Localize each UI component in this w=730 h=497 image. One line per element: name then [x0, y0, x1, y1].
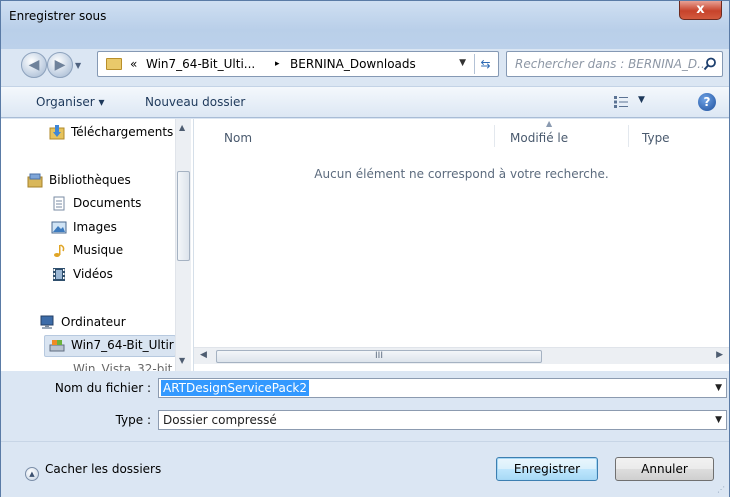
address-dropdown-icon[interactable]: ▼ — [459, 58, 466, 68]
breadcrumb-overflow[interactable]: « — [130, 57, 137, 71]
nav-label: Bibliothèques — [49, 173, 131, 187]
nav-label: Documents — [73, 196, 142, 210]
breadcrumb-drive[interactable]: Win7_64-Bit_Ulti... — [146, 57, 255, 71]
empty-results-message: Aucun élément ne correspond à votre rech… — [314, 167, 609, 181]
nav-label: Win_Vista_32-bit — [73, 362, 173, 371]
new-folder-button[interactable]: Nouveau dossier — [145, 95, 245, 109]
nav-item-drive-win7[interactable]: Win7_64-Bit_Ultir — [44, 335, 176, 357]
file-type-value: Dossier compressé — [163, 413, 277, 427]
folder-icon — [106, 58, 122, 70]
column-header-name[interactable]: Nom — [224, 131, 252, 145]
save-options: Nom du fichier : ARTDesignServicePack2 ▼… — [1, 371, 729, 434]
cancel-button[interactable]: Annuler — [615, 457, 714, 481]
nav-label: Ordinateur — [61, 315, 126, 329]
back-button[interactable]: ◀ — [21, 52, 47, 78]
nav-item-drive-vista[interactable]: Win_Vista_32-bit — [51, 360, 175, 371]
nav-item-pictures[interactable]: Images — [51, 218, 171, 238]
forward-button[interactable]: ▶ — [47, 52, 73, 78]
help-icon[interactable]: ? — [698, 93, 716, 111]
filename-dropdown-icon[interactable]: ▼ — [715, 383, 722, 393]
computer-icon — [40, 315, 54, 329]
dialog-footer: ▲ Cacher les dossiers Enregistrer Annuler… — [1, 441, 729, 497]
title-bar[interactable]: Enregistrer sous x — [1, 1, 729, 49]
scroll-left-icon[interactable]: ◀ — [200, 350, 207, 360]
nav-label: Téléchargements — [71, 125, 174, 139]
nav-item-downloads[interactable]: Téléchargements — [49, 123, 179, 143]
filename-input[interactable]: ARTDesignServicePack2 — [161, 380, 310, 396]
nav-label: Win7_64-Bit_Ultir — [71, 338, 174, 352]
filelist-scroll-thumb[interactable]: III — [216, 350, 542, 363]
refresh-button[interactable]: ⇆ — [474, 54, 496, 74]
file-type-dropdown-icon[interactable]: ▼ — [715, 415, 722, 425]
nav-item-music[interactable]: Musique — [51, 241, 171, 261]
address-bar[interactable]: « Win7_64-Bit_Ulti... ▸ BERNINA_Download… — [97, 51, 499, 77]
libraries-icon — [27, 173, 43, 188]
nav-label: Images — [73, 220, 117, 234]
resize-grip-icon[interactable]: ⋰ — [717, 485, 727, 495]
nav-label: Musique — [73, 243, 124, 257]
nav-item-libraries[interactable]: Bibliothèques — [27, 171, 177, 191]
nav-item-documents[interactable]: Documents — [51, 194, 171, 214]
change-view-icon[interactable] — [613, 95, 629, 109]
back-arrow-icon: ◀ — [28, 57, 40, 73]
view-dropdown-icon[interactable]: ▼ — [638, 95, 645, 105]
refresh-icon: ⇆ — [480, 57, 491, 71]
search-icon[interactable] — [703, 57, 717, 71]
nav-label: Vidéos — [73, 267, 113, 281]
column-header-modified[interactable]: Modifié le — [510, 131, 568, 145]
documents-icon — [53, 196, 65, 211]
recent-locations-dropdown[interactable]: ▼ — [75, 61, 81, 70]
scroll-right-icon[interactable]: ▶ — [716, 350, 723, 360]
filename-label: Nom du fichier : — [54, 381, 151, 395]
hide-folders-label: Cacher les dossiers — [45, 462, 162, 476]
type-label: Type : — [115, 413, 151, 427]
column-divider[interactable] — [628, 125, 629, 147]
search-box[interactable]: Rechercher dans : BERNINA_D... — [506, 51, 723, 77]
filelist-horizontal-scrollbar[interactable]: ◀ III ▶ — [194, 347, 729, 364]
column-divider[interactable] — [494, 125, 495, 147]
command-bar: Organiser ▾ Nouveau dossier ▼ ? — [1, 86, 729, 118]
navigation-pane: Téléchargements Bibliothèques Documents … — [1, 119, 194, 371]
window-title: Enregistrer sous — [9, 9, 107, 23]
breadcrumb-folder[interactable]: BERNINA_Downloads — [290, 57, 416, 71]
scroll-up-icon[interactable]: ▲ — [179, 123, 185, 132]
nav-item-videos[interactable]: Vidéos — [51, 265, 171, 285]
scroll-down-icon[interactable]: ▼ — [179, 356, 185, 365]
navigation-bar: ◀ ▶ ▼ « Win7_64-Bit_Ulti... ▸ BERNINA_Do… — [1, 49, 729, 83]
navpane-scroll-thumb[interactable] — [177, 171, 190, 261]
file-list: ▲ Nom Modifié le Type Aucun élément ne c… — [194, 119, 729, 371]
search-input[interactable]: Rechercher dans : BERNINA_D... — [515, 57, 709, 71]
save-as-dialog: Enregistrer sous x ◀ ▶ ▼ « Win7_64-Bit_U… — [0, 0, 730, 497]
sort-indicator-icon: ▲ — [546, 119, 553, 128]
filename-combobox[interactable]: ARTDesignServicePack2 ▼ — [158, 378, 727, 398]
organize-menu[interactable]: Organiser ▾ — [36, 95, 104, 109]
pictures-icon — [51, 221, 67, 234]
forward-arrow-icon: ▶ — [54, 57, 66, 73]
column-header-type[interactable]: Type — [642, 131, 670, 145]
collapse-arrow-icon: ▲ — [25, 467, 39, 481]
save-button[interactable]: Enregistrer — [496, 457, 598, 481]
videos-icon — [53, 268, 65, 281]
drive-icon — [49, 340, 65, 352]
nav-item-computer[interactable]: Ordinateur — [39, 313, 179, 333]
downloads-folder-icon — [49, 125, 65, 140]
close-button[interactable]: x — [679, 1, 722, 20]
hide-folders-toggle[interactable]: ▲ Cacher les dossiers — [25, 462, 161, 481]
breadcrumb-separator-icon[interactable]: ▸ — [275, 59, 280, 69]
file-type-select[interactable]: Dossier compressé ▼ — [158, 410, 727, 430]
music-icon — [54, 244, 65, 257]
